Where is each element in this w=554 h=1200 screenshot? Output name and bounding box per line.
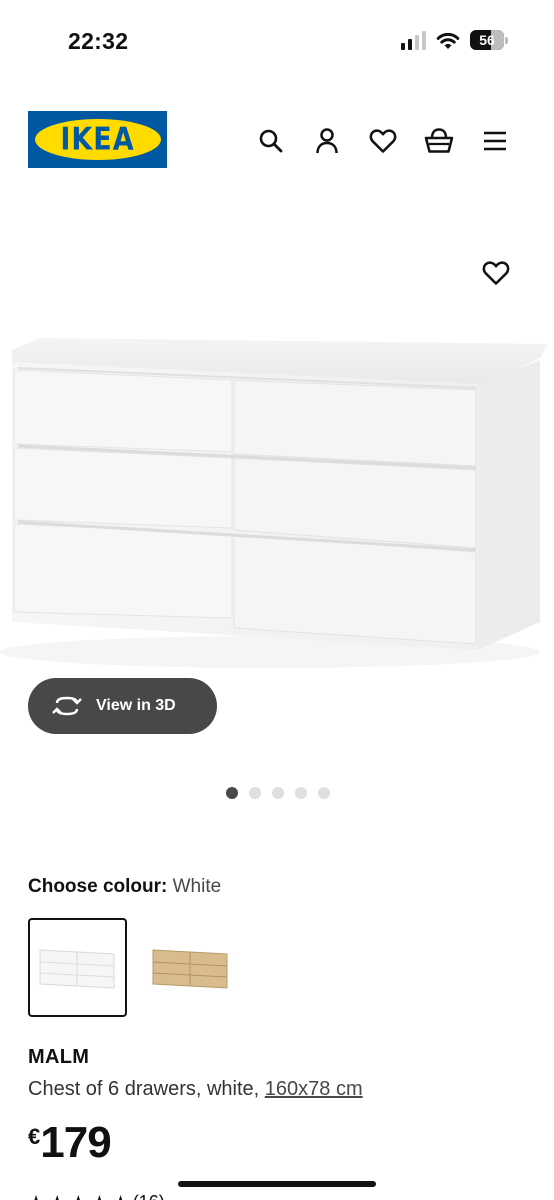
account-icon[interactable]	[312, 126, 342, 156]
status-icons: 56	[401, 30, 508, 50]
product-description-text: Chest of 6 drawers, white,	[28, 1078, 260, 1100]
rating-stars: ★ ★ ★ ★ ★	[28, 1192, 129, 1200]
product-rating[interactable]: ★ ★ ★ ★ ★ (16)	[28, 1192, 165, 1200]
search-icon[interactable]	[256, 126, 286, 156]
carousel-dot[interactable]	[272, 787, 284, 799]
product-image-chest-of-drawers	[0, 338, 548, 668]
menu-icon[interactable]	[480, 126, 510, 156]
colour-swatches	[28, 918, 240, 1017]
colour-value: White	[172, 876, 222, 897]
rotate-3d-icon	[52, 696, 82, 716]
view-in-3d-button[interactable]: View in 3D	[28, 678, 217, 734]
carousel-indicator	[226, 787, 330, 799]
status-bar: 22:32 56	[0, 0, 554, 80]
status-time: 22:32	[68, 28, 129, 54]
product-description: Chest of 6 drawers, white, 160x78 cm	[28, 1078, 363, 1101]
logo-text: IKEA	[60, 121, 135, 158]
carousel-dot[interactable]	[249, 787, 261, 799]
wifi-icon	[436, 32, 460, 49]
product-name: MALM	[28, 1046, 90, 1068]
price-currency: €	[28, 1124, 41, 1149]
swatch-white[interactable]	[28, 918, 127, 1017]
heart-outline-icon[interactable]	[482, 260, 510, 288]
price-amount: 179	[40, 1118, 111, 1167]
colour-chooser-label: Choose colour: White	[28, 876, 221, 898]
carousel-dot[interactable]	[226, 787, 238, 799]
home-indicator[interactable]	[178, 1181, 376, 1187]
carousel-dot[interactable]	[295, 787, 307, 799]
product-size-link[interactable]: 160x78 cm	[265, 1078, 363, 1100]
product-price: € 179	[28, 1118, 112, 1168]
colour-label: Choose colour:	[28, 876, 168, 897]
ikea-logo[interactable]: IKEA	[28, 111, 167, 168]
view-in-3d-label: View in 3D	[96, 697, 176, 714]
battery-level: 56	[479, 32, 495, 48]
rating-count: (16)	[133, 1192, 165, 1200]
product-gallery[interactable]	[0, 230, 554, 750]
site-header: IKEA	[0, 108, 554, 172]
shopping-basket-icon[interactable]	[424, 126, 454, 156]
header-actions	[256, 126, 510, 156]
carousel-dot[interactable]	[318, 787, 330, 799]
battery-icon: 56	[470, 30, 508, 50]
swatch-oak-effect[interactable]	[141, 918, 240, 1017]
cellular-signal-icon	[401, 30, 426, 50]
wishlist-heart-icon[interactable]	[368, 126, 398, 156]
